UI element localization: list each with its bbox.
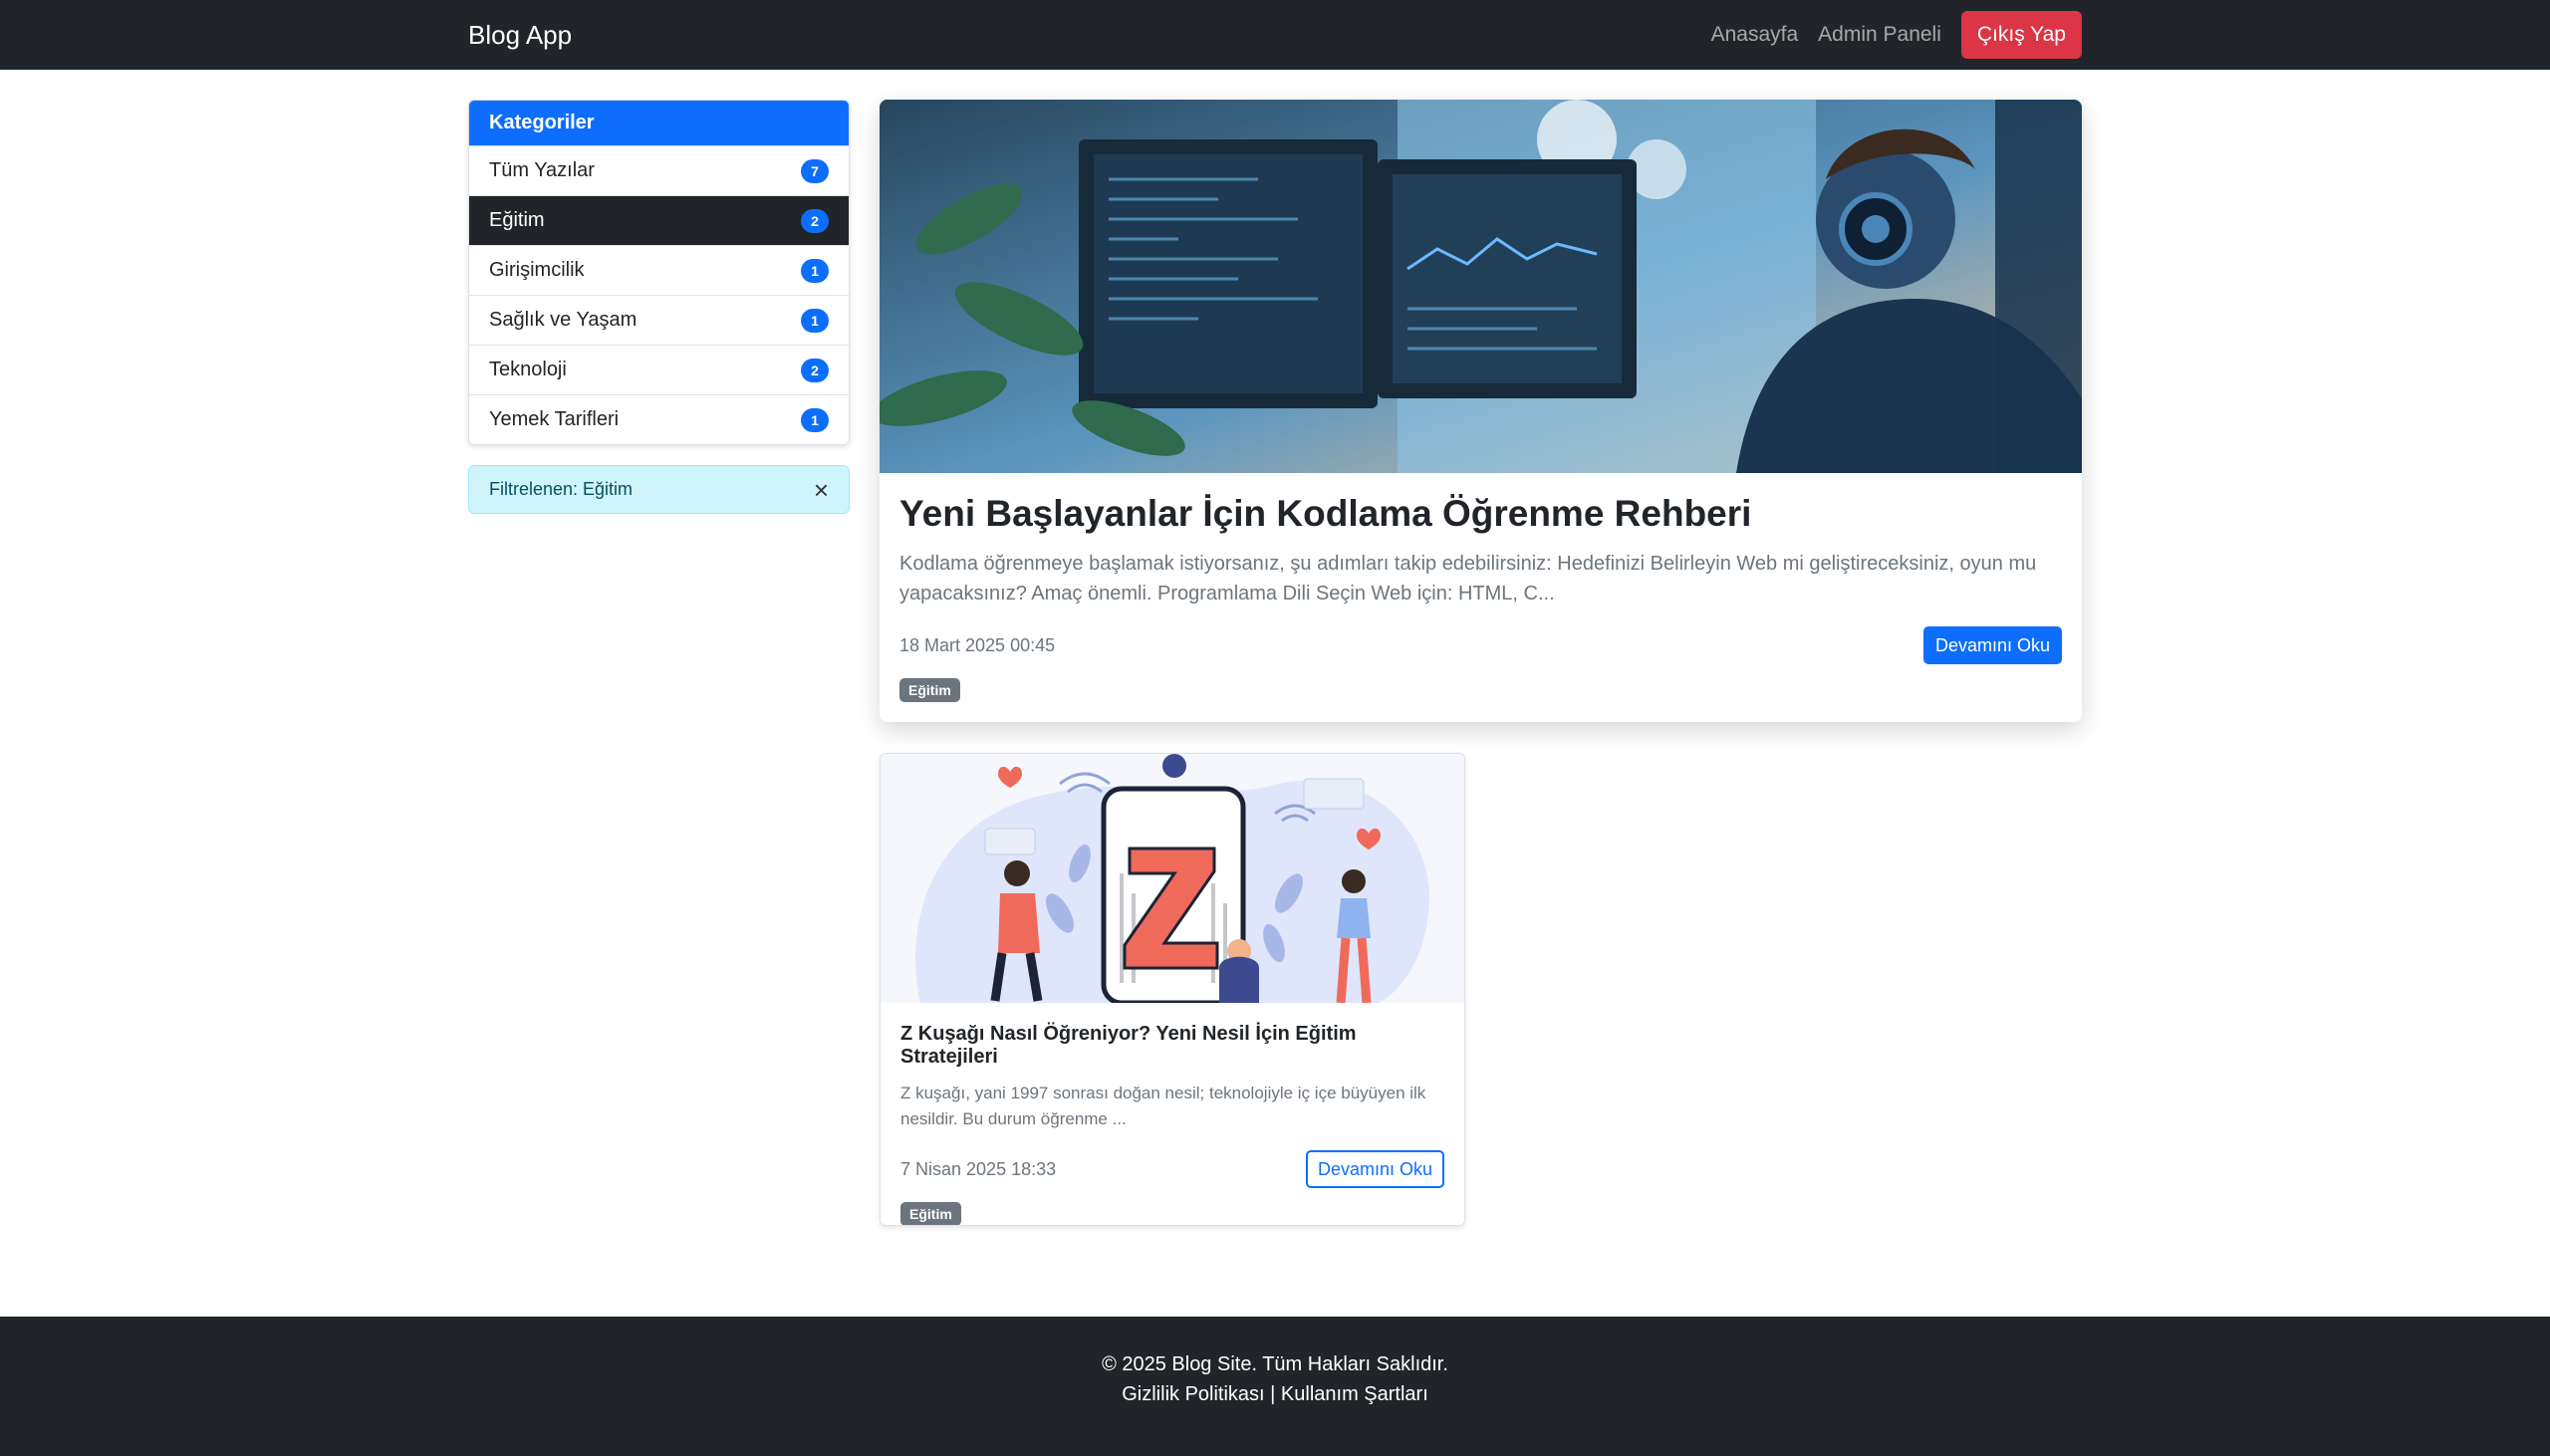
category-count-badge: 7 [801,158,829,183]
nav-links: Anasayfa Admin Paneli Çıkış Yap [1711,0,2082,70]
navbar: Blog App Anasayfa Admin Paneli Çıkış Yap [0,0,2550,70]
category-label: Teknoloji [489,359,567,380]
read-more-button[interactable]: Devamını Oku [1922,626,2062,664]
post-meta: 7 Nisan 2025 18:33 Devamını Oku [900,1150,1444,1188]
featured-post-card: Yeni Başlayanlar İçin Kodlama Öğrenme Re… [880,100,2082,722]
category-count-badge: 1 [801,407,829,432]
category-label: Eğitim [489,209,545,231]
post-card: Z Kuşağı Nasıl Öğreniyor? Yeni Nesil İçi… [880,753,1465,1226]
category-tag[interactable]: Eğitim [900,1202,961,1225]
category-label: Tüm Yazılar [489,159,595,181]
post-excerpt: Z kuşağı, yani 1997 sonrası doğan nesil;… [900,1084,1426,1128]
category-item-egitim[interactable]: Eğitim 2 [469,195,849,245]
footer-links: Gizlilik Politikası | Kullanım Şartları [0,1379,2550,1409]
category-count-badge: 2 [801,358,829,382]
read-more-button[interactable]: Devamını Oku [1305,1150,1444,1188]
category-item-yemek[interactable]: Yemek Tarifleri 1 [469,394,849,444]
category-item-girisimcilik[interactable]: Girişimcilik 1 [469,245,849,295]
coding-illustration [880,100,2082,473]
post-date: 7 Nisan 2025 18:33 [900,1158,1057,1179]
category-count-badge: 1 [801,308,829,333]
post-title[interactable]: Z Kuşağı Nasıl Öğreniyor? Yeni Nesil İçi… [900,1023,1444,1069]
category-count-badge: 1 [801,258,829,283]
post-date: 18 Mart 2025 00:45 [899,634,1056,655]
footer: © 2025 Blog Site. Tüm Hakları Saklıdır. … [0,1317,2550,1456]
sidebar: Kategoriler Tüm Yazılar 7 Eğitim 2 Giriş… [468,100,850,514]
terms-link[interactable]: Kullanım Şartları [1281,1383,1428,1405]
post-image[interactable] [881,754,1464,1003]
category-item-all[interactable]: Tüm Yazılar 7 [469,145,849,195]
nav-admin-link[interactable]: Admin Paneli [1818,23,1941,47]
filter-alert: Filtrelenen: Eğitim × [468,465,850,514]
category-header: Kategoriler [469,101,849,145]
featured-post-image[interactable] [880,100,2082,473]
featured-post-excerpt: Kodlama öğrenmeye başlamak istiyorsanız,… [899,553,2037,605]
category-label: Yemek Tarifleri [489,408,620,430]
category-count-badge: 2 [801,208,829,233]
category-label: Sağlık ve Yaşam [489,309,638,331]
privacy-link[interactable]: Gizlilik Politikası [1122,1383,1264,1405]
category-list: Kategoriler Tüm Yazılar 7 Eğitim 2 Giriş… [468,100,850,445]
featured-post-title[interactable]: Yeni Başlayanlar İçin Kodlama Öğrenme Re… [899,493,2062,535]
z-generation-illustration [881,754,1464,1003]
featured-post-meta: 18 Mart 2025 00:45 Devamını Oku [899,626,2062,664]
footer-separator: | [1270,1383,1276,1405]
nav-home-link[interactable]: Anasayfa [1711,23,1799,47]
category-item-teknoloji[interactable]: Teknoloji 2 [469,345,849,394]
featured-post-body: Yeni Başlayanlar İçin Kodlama Öğrenme Re… [880,473,2082,722]
filter-text: Filtrelenen: Eğitim [489,479,634,499]
logout-button[interactable]: Çıkış Yap [1960,11,2082,59]
post-card-body: Z Kuşağı Nasıl Öğreniyor? Yeni Nesil İçi… [881,1003,1464,1225]
category-label: Girişimcilik [489,259,585,281]
close-icon[interactable]: × [814,477,829,503]
category-tag[interactable]: Eğitim [899,678,960,702]
category-item-saglik[interactable]: Sağlık ve Yaşam 1 [469,295,849,345]
footer-copyright: © 2025 Blog Site. Tüm Hakları Saklıdır. [1102,1353,1448,1375]
brand-logo[interactable]: Blog App [468,0,572,70]
